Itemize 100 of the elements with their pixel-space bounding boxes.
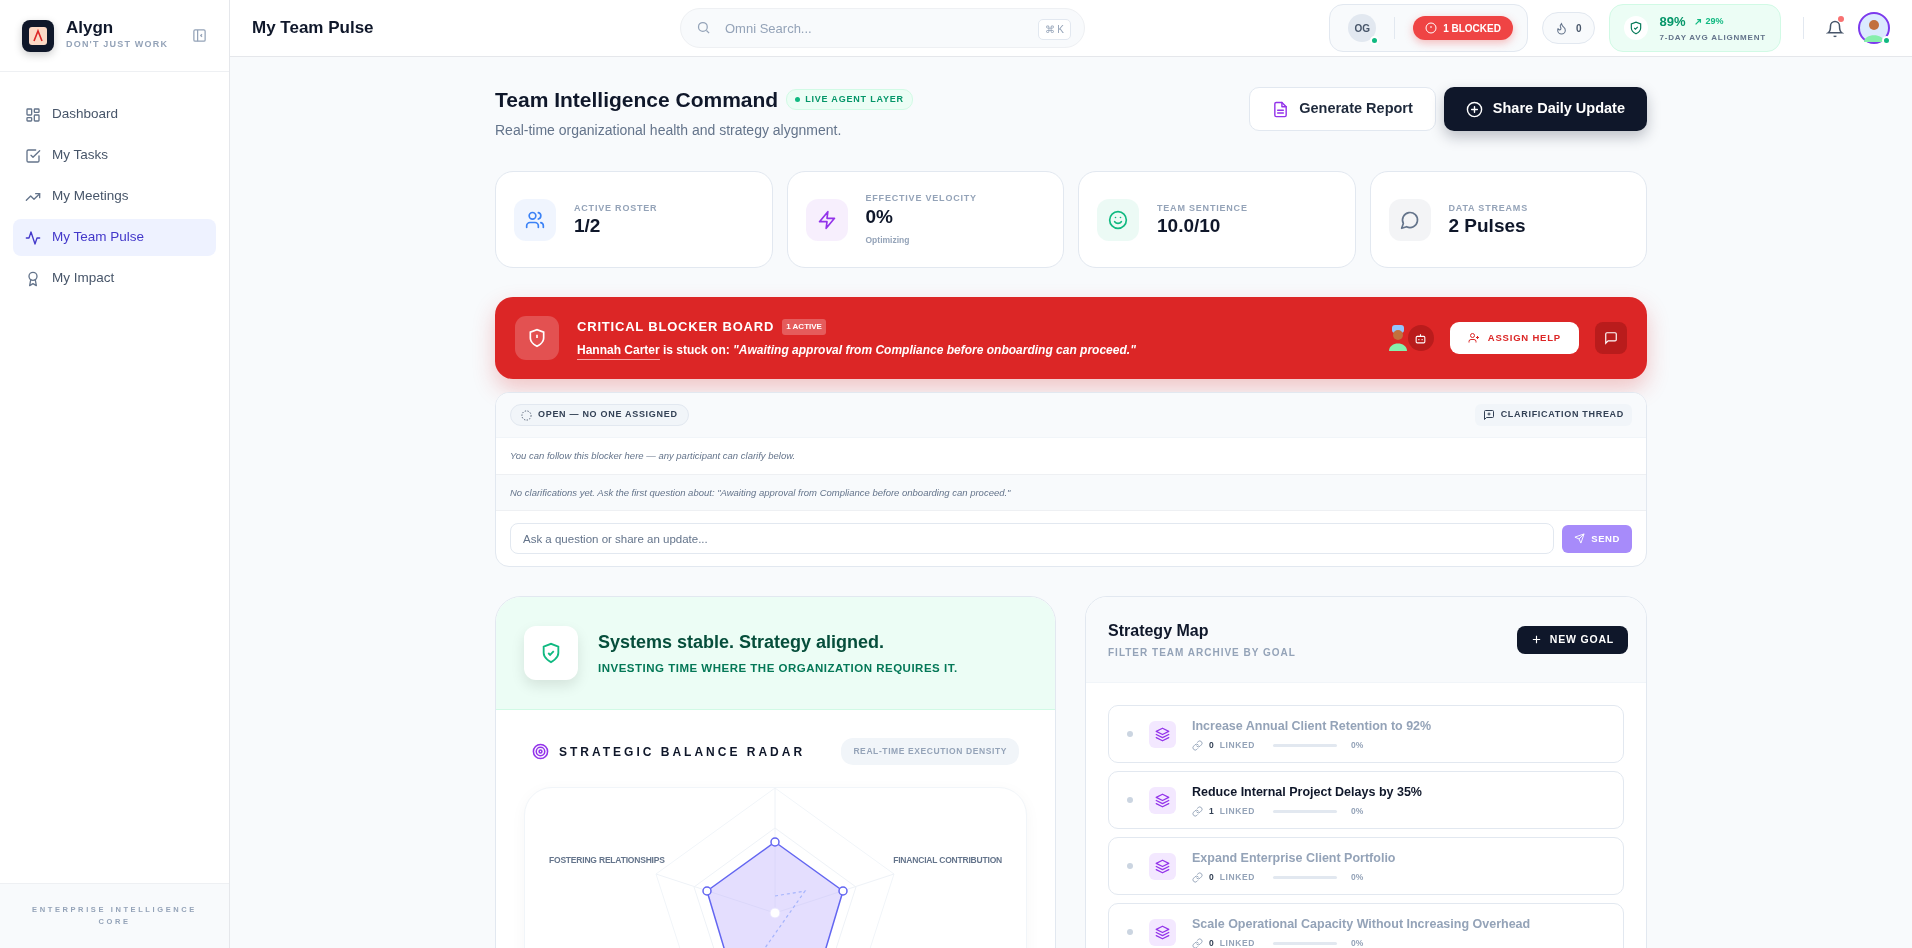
send-icon bbox=[1574, 533, 1586, 545]
stat-label: DATA STREAMS bbox=[1448, 201, 1528, 215]
progress-percent: 0% bbox=[1351, 804, 1364, 818]
stat-label: EFFECTIVE VELOCITY bbox=[865, 192, 977, 206]
assignment-status-badge: OPEN — NO ONE ASSIGNED bbox=[510, 404, 689, 427]
section-heading: Team Intelligence Command bbox=[495, 87, 779, 113]
radar-title: STRATEGIC BALANCE RADAR bbox=[559, 743, 806, 761]
goal-item[interactable]: Increase Annual Client Retention to 92% 0 LINKED 0% bbox=[1108, 705, 1624, 764]
radar-point bbox=[770, 837, 780, 847]
message-plus-icon bbox=[1482, 409, 1495, 422]
radar-axis-label: FINANCIAL CONTRIBUTION bbox=[893, 853, 1002, 867]
health-title: Systems stable. Strategy aligned. bbox=[598, 631, 886, 655]
sidebar-item[interactable]: Dashboard bbox=[13, 96, 216, 133]
trend-up-icon bbox=[1693, 18, 1702, 26]
goal-title: Expand Enterprise Client Portfolio bbox=[1192, 849, 1396, 867]
layers-icon bbox=[1155, 726, 1170, 742]
radar-point bbox=[838, 886, 848, 896]
assign-help-button[interactable]: ASSIGN HELP bbox=[1449, 322, 1579, 355]
document-icon bbox=[1272, 100, 1290, 118]
person-name-link[interactable]: Hannah Carter bbox=[577, 343, 660, 361]
radar-point bbox=[702, 886, 712, 896]
thread-info-text: You can follow this blocker here — any participant can clarify below. bbox=[510, 449, 796, 464]
alert-icon bbox=[1425, 22, 1438, 34]
message-input-field[interactable]: Ask a question or share an update... bbox=[510, 523, 1555, 555]
goal-item[interactable]: Reduce Internal Project Delays by 35% 1 LINKED 0% bbox=[1108, 771, 1624, 830]
new-goal-button[interactable]: NEW GOAL bbox=[1516, 625, 1628, 654]
live-status-badge: LIVE AGENT LAYER bbox=[786, 88, 913, 111]
grid-icon bbox=[25, 106, 41, 123]
streak-counter[interactable]: 0 bbox=[1541, 12, 1595, 44]
strategy-map-subtitle: FILTER TEAM ARCHIVE BY GOAL bbox=[1108, 646, 1296, 661]
share-update-button[interactable]: Share Daily Update bbox=[1443, 87, 1647, 131]
progress-percent: 0% bbox=[1351, 936, 1364, 948]
plus-circle-icon bbox=[1465, 100, 1483, 118]
link-icon bbox=[1192, 805, 1203, 817]
stat-label: TEAM SENTIENCE bbox=[1157, 201, 1248, 215]
sidebar-item[interactable]: My Impact bbox=[13, 260, 216, 297]
user-initials-avatar[interactable]: OG bbox=[1348, 14, 1377, 42]
health-subtitle: INVESTING TIME WHERE THE ORGANIZATION REQUIRES IT. bbox=[598, 661, 958, 677]
alignment-change: 29% bbox=[1705, 15, 1724, 29]
pulse-icon bbox=[25, 229, 41, 246]
layers-icon bbox=[1155, 924, 1170, 940]
active-count-badge: 1 ACTIVE bbox=[782, 318, 826, 335]
brand-name: Alygn bbox=[66, 19, 115, 39]
sidebar-item[interactable]: My Tasks bbox=[13, 137, 216, 174]
linked-label: LINKED bbox=[1219, 738, 1255, 752]
blocker-description: Hannah Carter is stuck on: "Awaiting approval from Compliance before onboarding can proceed." bbox=[577, 341, 1136, 360]
clarification-thread-label: CLARIFICATION THREAD bbox=[1474, 404, 1632, 427]
radar-axis-label: FOSTERING RELATIONSHIPS bbox=[549, 853, 665, 867]
shield-check-icon bbox=[540, 642, 562, 665]
goal-title: Reduce Internal Project Delays by 35% bbox=[1192, 783, 1422, 801]
blocker-title: CRITICAL BLOCKER BOARD bbox=[577, 317, 775, 336]
user-plus-icon bbox=[1467, 332, 1480, 345]
goal-item[interactable]: Expand Enterprise Client Portfolio 0 LINKED 0% bbox=[1108, 837, 1624, 896]
linked-label: LINKED bbox=[1219, 804, 1255, 818]
radar-mode-badge: REAL-TIME EXECUTION DENSITY bbox=[841, 738, 1019, 765]
plus-icon bbox=[1530, 634, 1542, 646]
progress-percent: 0% bbox=[1351, 738, 1364, 752]
brand-tagline: DON'T JUST WORK bbox=[66, 38, 169, 52]
generate-report-button[interactable]: Generate Report bbox=[1249, 87, 1436, 131]
stat-value: 0% bbox=[865, 205, 894, 229]
stat-value: 1/2 bbox=[574, 215, 602, 238]
keyboard-shortcut-hint: ⌘ K bbox=[1037, 19, 1071, 40]
blocked-count-button[interactable]: 1 BLOCKED bbox=[1413, 16, 1513, 40]
alignment-value: 89% bbox=[1659, 13, 1686, 32]
layers-icon bbox=[1155, 858, 1170, 874]
linked-count: 0 bbox=[1209, 870, 1214, 884]
link-icon bbox=[1192, 871, 1203, 883]
radar-center-point bbox=[769, 907, 781, 919]
progress-percent: 0% bbox=[1351, 870, 1364, 884]
app-logo bbox=[22, 19, 54, 52]
linked-label: LINKED bbox=[1219, 936, 1255, 948]
linked-count: 1 bbox=[1209, 804, 1214, 818]
award-icon bbox=[25, 270, 41, 287]
link-icon bbox=[1192, 937, 1203, 948]
layers-icon bbox=[1155, 792, 1170, 808]
link-icon bbox=[1192, 739, 1203, 751]
shield-check-icon bbox=[1628, 21, 1643, 35]
alignment-label: 7-DAY AVG ALIGNMENT bbox=[1659, 31, 1766, 44]
flame-icon bbox=[1554, 21, 1568, 35]
person-avatar-icon bbox=[1387, 325, 1408, 352]
dashed-circle-icon bbox=[521, 409, 532, 421]
message-button[interactable] bbox=[1595, 322, 1627, 355]
stat-value: 2 Pulses bbox=[1448, 215, 1527, 238]
sidebar-collapse-icon[interactable] bbox=[192, 28, 207, 43]
sidebar-item[interactable]: My Meetings bbox=[13, 178, 216, 215]
shield-alert-icon bbox=[527, 328, 547, 349]
chat-bubble-icon bbox=[1604, 331, 1618, 346]
user-avatar[interactable] bbox=[1858, 12, 1890, 44]
stat-value: 10.0/10 bbox=[1157, 215, 1222, 238]
checkbox-icon bbox=[25, 147, 41, 164]
sidebar-item[interactable]: My Team Pulse bbox=[13, 219, 216, 256]
linked-count: 0 bbox=[1209, 936, 1214, 948]
radar-comparison-line bbox=[764, 890, 807, 948]
notifications-bell[interactable] bbox=[1826, 16, 1844, 40]
goal-item[interactable]: Scale Operational Capacity Without Increasing Overhead 0 LINKED 0% bbox=[1108, 903, 1624, 948]
stat-note: Optimizing bbox=[865, 234, 911, 248]
page-title: My Team Pulse bbox=[252, 17, 375, 40]
strategy-map-title: Strategy Map bbox=[1108, 621, 1210, 642]
goal-title: Scale Operational Capacity Without Increasing Overhead bbox=[1192, 915, 1531, 933]
goal-title: Increase Annual Client Retention to 92% bbox=[1192, 717, 1432, 735]
